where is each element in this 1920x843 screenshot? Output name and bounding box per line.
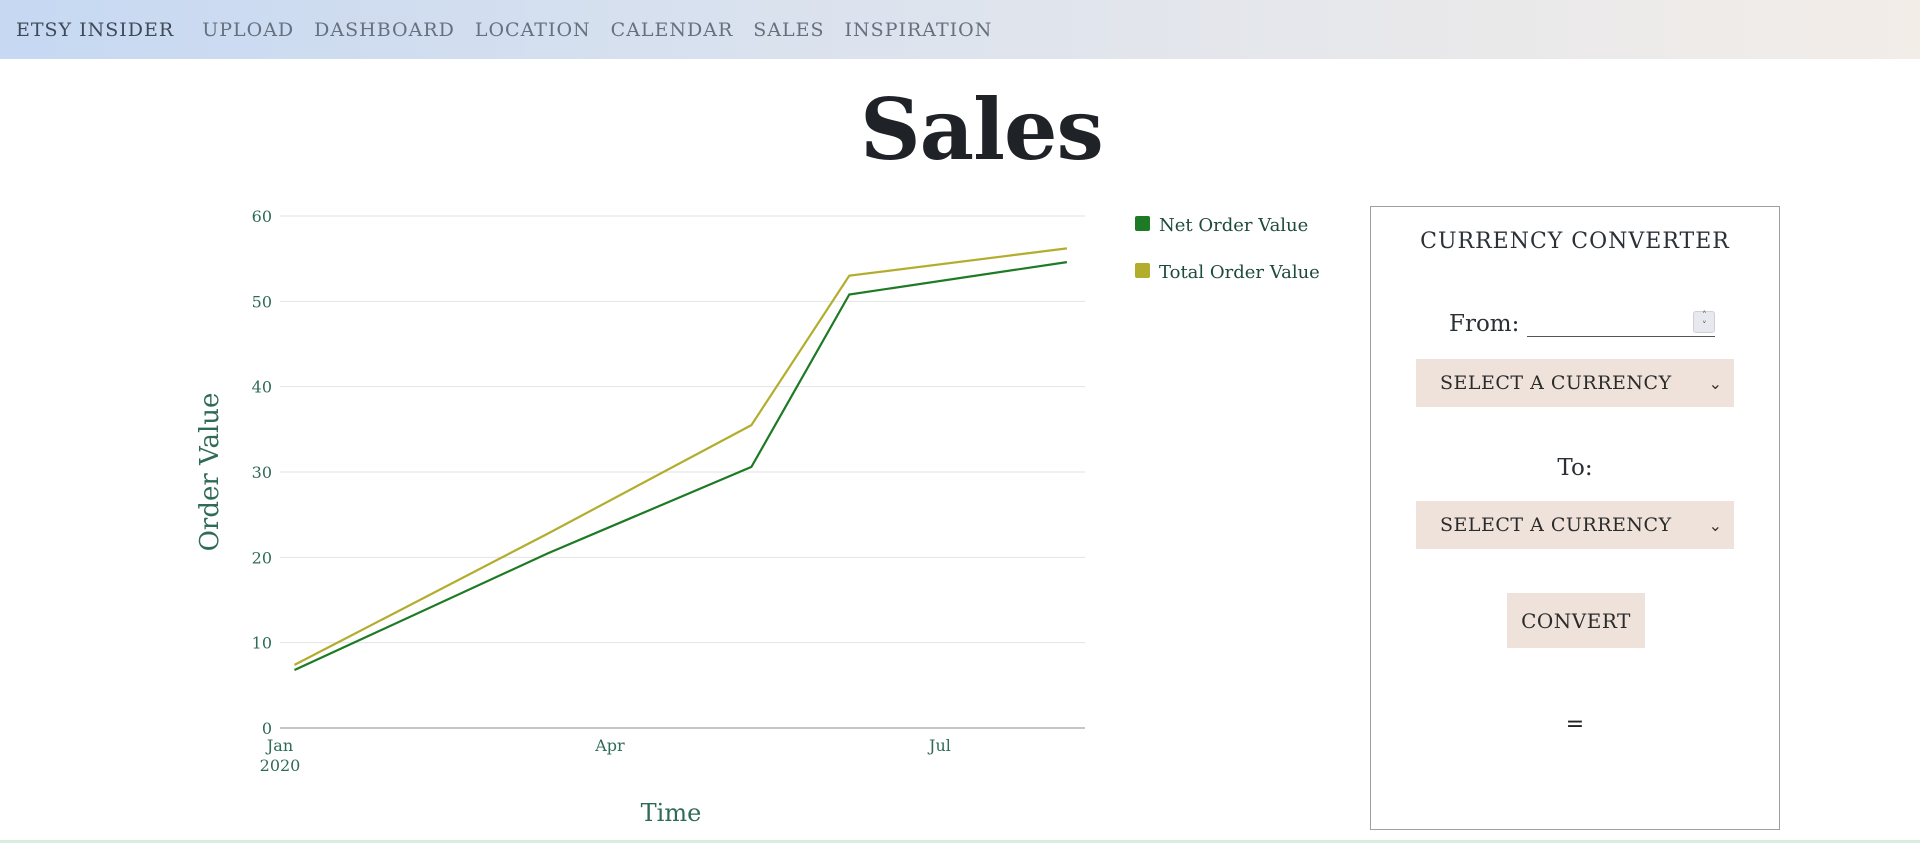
series-line-total-order-value <box>293 247 1068 666</box>
converter-title: CURRENCY CONVERTER <box>1420 229 1730 254</box>
y-tick-label: 30 <box>252 463 272 482</box>
y-tick-label: 50 <box>252 292 272 311</box>
from-currency-select[interactable]: SELECT A CURRENCY ⌄ <box>1416 359 1734 407</box>
y-axis-title: Order Value <box>195 393 225 552</box>
y-tick-label: 10 <box>252 634 272 653</box>
number-spinner-icon[interactable]: ˄ ˅ <box>1693 311 1716 333</box>
x-axis-title: Time <box>641 799 702 827</box>
x-tick-label: Apr <box>594 736 625 755</box>
convert-button[interactable]: CONVERT <box>1507 593 1645 648</box>
y-tick-label: 60 <box>252 207 272 226</box>
conversion-result: = <box>1565 712 1585 737</box>
legend-swatch <box>1135 263 1150 278</box>
legend-label: Net Order Value <box>1159 215 1308 236</box>
to-currency-select-value: SELECT A CURRENCY <box>1440 514 1672 536</box>
legend-label: Total Order Value <box>1159 262 1320 283</box>
to-label: To: <box>1557 455 1593 481</box>
amount-input[interactable] <box>1527 307 1716 337</box>
x-tick-label: Jan <box>265 736 293 755</box>
y-tick-label: 20 <box>252 548 272 567</box>
x-tick-label: Jul <box>927 736 951 755</box>
from-row: From: ˄ ˅ <box>1449 307 1716 337</box>
y-tick-label: 40 <box>252 378 272 397</box>
chevron-down-icon: ⌄ <box>1708 515 1722 535</box>
x-tick-sublabel: 2020 <box>260 756 301 775</box>
legend-swatch <box>1135 216 1150 231</box>
to-currency-select[interactable]: SELECT A CURRENCY ⌄ <box>1416 501 1734 549</box>
chevron-down-icon: ⌄ <box>1708 373 1722 393</box>
amount-input-wrapper: ˄ ˅ <box>1527 307 1716 337</box>
currency-converter-panel: CURRENCY CONVERTER From: ˄ ˅ SELECT A CUR… <box>1370 206 1780 830</box>
from-currency-select-value: SELECT A CURRENCY <box>1440 372 1672 394</box>
from-label: From: <box>1449 311 1520 337</box>
series-line-net-order-value <box>294 261 1068 671</box>
